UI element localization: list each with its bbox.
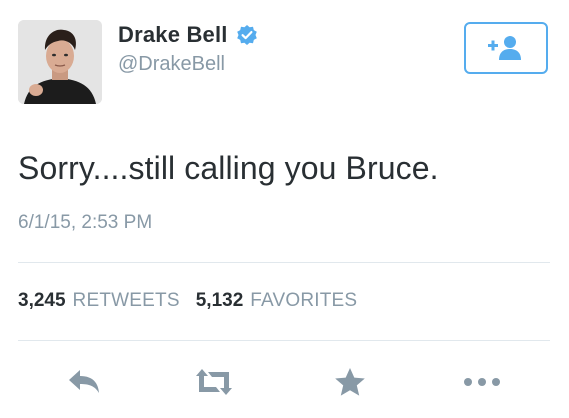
favorites-count: 5,132 (195, 290, 244, 311)
tweet-stats: 3,245 RETWEETS 5,132 FAVORITES (18, 290, 357, 312)
retweet-icon (196, 369, 232, 395)
divider (18, 262, 550, 263)
verified-badge-icon (236, 24, 258, 46)
tweet-timestamp[interactable]: 6/1/15, 2:53 PM (18, 212, 152, 234)
more-options-button[interactable] (458, 362, 506, 402)
follow-button[interactable] (464, 22, 548, 74)
add-user-icon (488, 36, 521, 60)
name-row: Drake Bell (118, 22, 258, 48)
user-handle[interactable]: @DrakeBell (118, 53, 225, 76)
tweet-card: Drake Bell @DrakeBell Sorry....still cal… (0, 0, 569, 418)
tweet-text: Sorry....still calling you Bruce. (18, 150, 439, 186)
tweet-actions (0, 358, 569, 408)
retweets-label: RETWEETS (72, 290, 180, 311)
retweet-button[interactable] (190, 362, 238, 402)
profile-photo-icon (18, 20, 102, 104)
favorite-star-icon (335, 368, 365, 396)
reply-icon (69, 370, 99, 393)
favorites-stat[interactable]: 5,132 FAVORITES (196, 290, 358, 312)
retweets-stat[interactable]: 3,245 RETWEETS (18, 290, 180, 312)
avatar[interactable] (18, 20, 102, 104)
divider (18, 340, 550, 341)
favorites-label: FAVORITES (250, 290, 358, 311)
favorite-button[interactable] (326, 362, 374, 402)
reply-button[interactable] (60, 362, 108, 402)
more-dots-icon (464, 378, 500, 386)
display-name[interactable]: Drake Bell (118, 22, 228, 48)
retweets-count: 3,245 (18, 290, 66, 311)
